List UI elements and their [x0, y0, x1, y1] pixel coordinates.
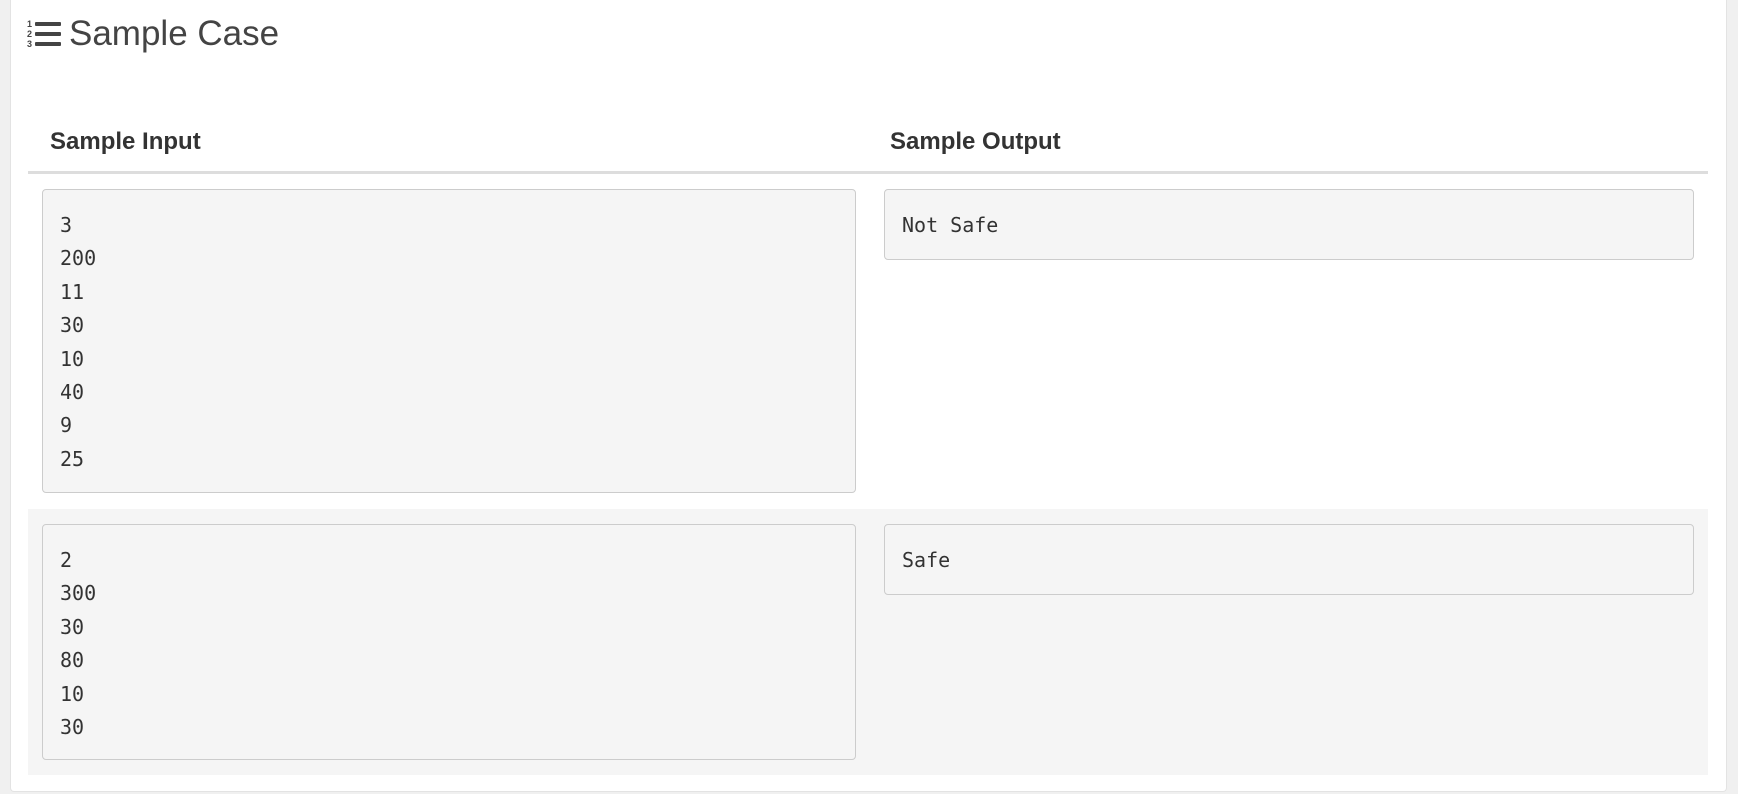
sample-input-code[interactable]: 3 200 11 30 10 40 9 25	[42, 189, 856, 493]
sample-input-cell: 2 300 30 80 10 30	[28, 524, 868, 775]
table-row: 2 300 30 80 10 30 Safe	[28, 509, 1708, 775]
sample-input-cell: 3 200 11 30 10 40 9 25	[28, 189, 868, 509]
svg-text:1: 1	[27, 19, 32, 29]
sample-output-cell: Not Safe	[868, 189, 1708, 509]
sample-output-cell: Safe	[868, 524, 1708, 775]
table-row: 3 200 11 30 10 40 9 25 Not Safe	[28, 174, 1708, 509]
svg-text:3: 3	[27, 39, 32, 49]
sample-input-code[interactable]: 2 300 30 80 10 30	[42, 524, 856, 760]
sample-output-code[interactable]: Not Safe	[884, 189, 1694, 260]
svg-text:2: 2	[27, 29, 32, 39]
sample-case-panel: 1 2 3 Sample Case Sample Input Sample Ou…	[10, 0, 1727, 792]
sample-output-header: Sample Output	[890, 128, 1061, 155]
table-header-row: Sample Input Sample Output	[28, 110, 1708, 174]
section-title: Sample Case	[69, 14, 280, 53]
sample-output-code[interactable]: Safe	[884, 524, 1694, 595]
ordered-list-icon: 1 2 3	[27, 19, 61, 49]
section-header: 1 2 3 Sample Case	[27, 14, 279, 54]
sample-cases-table: Sample Input Sample Output 3 200 11 30 1…	[28, 110, 1708, 775]
sample-input-header: Sample Input	[50, 128, 201, 155]
